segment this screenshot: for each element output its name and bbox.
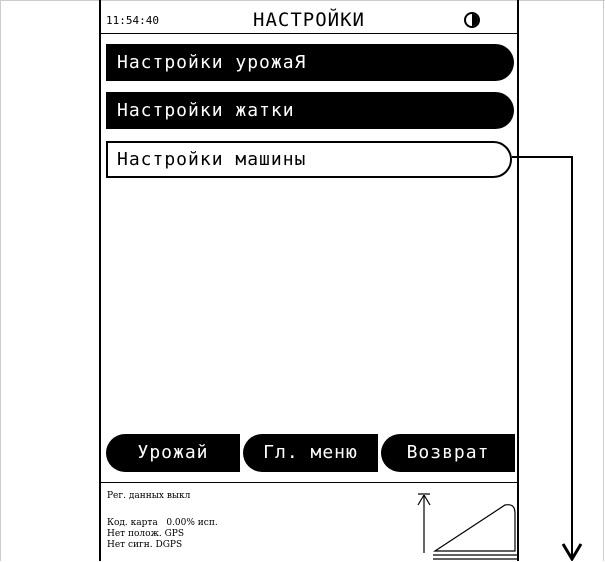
menu-item-yield-settings[interactable]: Настройки урожаЯ bbox=[106, 44, 514, 81]
menu-item-label: Настройки машины bbox=[117, 149, 307, 170]
menu-item-label: Настройки урожаЯ bbox=[117, 52, 307, 73]
gps-status: Нет полож. GPS bbox=[107, 529, 184, 539]
menu-item-label: Настройки жатки bbox=[117, 100, 295, 121]
logging-status: Рег. данных выкл bbox=[107, 491, 191, 501]
menu-item-header-settings[interactable]: Настройки жатки bbox=[106, 92, 514, 129]
status-panel: Рег. данных выкл Код. карта 0.00% исп. Н… bbox=[101, 482, 519, 562]
main-menu-button[interactable]: Гл. меню bbox=[243, 434, 378, 472]
frame-left-line bbox=[0, 0, 1, 561]
back-button-label: Возврат bbox=[406, 442, 490, 463]
contrast-icon[interactable] bbox=[464, 12, 480, 28]
back-button[interactable]: Возврат bbox=[381, 434, 515, 472]
menu-item-machine-settings[interactable]: Настройки машины bbox=[106, 141, 512, 178]
yield-button-label: Урожай bbox=[137, 442, 209, 463]
yield-button[interactable]: Урожай bbox=[106, 434, 240, 472]
card-status: Код. карта 0.00% исп. bbox=[107, 518, 218, 528]
main-menu-button-label: Гл. меню bbox=[263, 442, 358, 463]
dgps-status: Нет сигн. DGPS bbox=[107, 540, 183, 550]
header-bar: 11:54:40 НАСТРОЙКИ bbox=[101, 8, 517, 34]
header-tilt-gauge-icon bbox=[433, 504, 519, 560]
display-screen: 11:54:40 НАСТРОЙКИ Настройки урожаЯ Наст… bbox=[99, 0, 519, 561]
page-title: НАСТРОЙКИ bbox=[253, 9, 365, 31]
frame-right-line bbox=[603, 0, 604, 561]
header-height-arrow-icon bbox=[417, 493, 431, 553]
callout-arrow-icon bbox=[512, 156, 583, 561]
